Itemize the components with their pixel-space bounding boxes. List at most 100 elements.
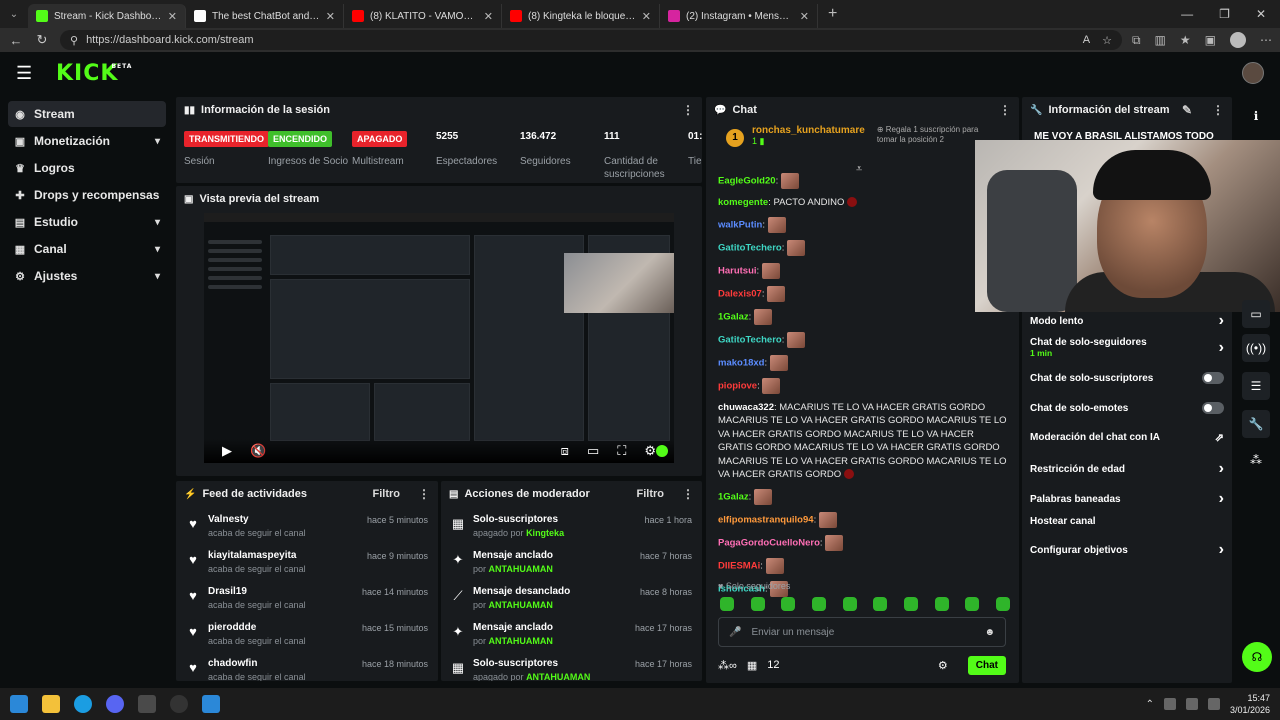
emote-3[interactable] [781,597,796,611]
favorites-icon[interactable]: ★ [1180,33,1191,47]
sidebar-item-logros[interactable]: ♛ Logros [8,155,166,181]
emote-7[interactable] [903,597,918,611]
activity-username[interactable]: Drasil19 [208,585,354,599]
tab-close-icon[interactable]: ✕ [800,10,809,23]
chat-username[interactable]: piopiove [718,380,757,391]
minimize-icon[interactable]: — [1181,7,1193,21]
browser-tab[interactable]: (8) KLATITO - VAMONOS PAL HAR ✕ [344,4,502,28]
emote-2[interactable] [750,597,765,611]
setting-moderaci-n-del-chat-con-ia[interactable]: Moderación del chat con IA ⇗ [1030,431,1224,444]
community-icon[interactable]: ⁂ [1242,446,1270,474]
emote-5[interactable] [842,597,857,611]
mod-action-user[interactable]: ANTAHUAMAN [489,636,553,646]
microphone-icon[interactable]: 🎤 [729,627,741,638]
setting-chat-de-solo-seguidores[interactable]: Chat de solo-seguidores 1 min › [1030,337,1224,358]
chat-username[interactable]: DIIESMAi [718,560,760,571]
tab-actions-chevron-icon[interactable]: ⌄ [0,0,28,28]
emote-8[interactable] [934,597,949,611]
mod-action-user[interactable]: ANTAHUAMAN [526,672,590,681]
info-icon[interactable]: ℹ [1242,102,1270,130]
emote-10[interactable] [995,597,1010,611]
setting-chat-de-solo-emotes[interactable]: Chat de solo-emotes [1030,402,1224,414]
tray-network-icon[interactable] [1185,698,1198,710]
chat-username[interactable]: 1Galaz [718,491,749,502]
tab-close-icon[interactable]: ✕ [168,10,177,23]
setting-chat-de-solo-suscriptores[interactable]: Chat de solo-suscriptores [1030,372,1224,384]
tray-volume-icon[interactable] [1207,698,1220,710]
setting-palabras-baneadas[interactable]: Palabras baneadas › [1030,490,1224,508]
browser-tab[interactable]: (2) Instagram • Mensajes ✕ [660,4,818,28]
profile-avatar-icon[interactable] [1230,32,1246,48]
tab-close-icon[interactable]: ✕ [642,10,651,23]
sidebar-item-estudio[interactable]: ▤ Estudio ▾ [8,209,166,235]
chat-username[interactable]: PagaGordoCuelloNero [718,537,820,548]
chat-username[interactable]: chuwaca322 [718,402,774,413]
browser-tab[interactable]: Stream - Kick Dashboard ✕ [28,4,186,28]
collections-icon[interactable]: ▣ [1205,33,1216,47]
sidebar-item-canal[interactable]: ▦ Canal ▾ [8,236,166,262]
tab-close-icon[interactable]: ✕ [484,10,493,23]
back-icon[interactable]: ← [8,33,24,48]
chat-tool-icon[interactable]: ▭ [1242,300,1270,328]
obs-icon[interactable] [170,695,188,713]
close-window-icon[interactable]: ✕ [1256,7,1266,21]
user-avatar[interactable] [1242,62,1264,84]
setting-modo-lento[interactable]: Modo lento › [1030,312,1224,330]
fullscreen-icon[interactable]: ⛶ [617,443,626,459]
mod-menu-icon[interactable]: ⋮ [682,487,694,501]
activity-username[interactable]: pieroddde [208,621,354,635]
session-menu-icon[interactable]: ⋮ [682,103,694,117]
emote-9[interactable] [965,597,980,611]
favorite-star-icon[interactable]: ☆ [1102,34,1112,47]
chat-username[interactable]: Harutsui [718,265,757,276]
clip-icon[interactable]: ⧈ [561,443,569,459]
emote-1[interactable] [720,597,734,611]
activity-username[interactable]: chadowfin [208,657,354,671]
sidebar-item-monetización[interactable]: ▣ Monetización ▾ [8,128,166,154]
chat-username[interactable]: EagleGold20 [718,176,776,187]
browser-tab[interactable]: (8) Kingteka le bloquea el Iphone ✕ [502,4,660,28]
activity-filter-button[interactable]: Filtro [373,488,401,500]
tray-app-icon[interactable] [1163,698,1176,710]
settings-gear-icon[interactable]: ⚙ [644,443,656,459]
sidebar-item-ajustes[interactable]: ⚙ Ajustes ▾ [8,263,166,289]
chat-users-icon[interactable]: ⁂∞ [718,659,737,672]
gift-box-icon[interactable]: ▦ [747,659,757,672]
activity-username[interactable]: kiayitalamaspeyita [208,549,359,563]
emote-6[interactable] [873,597,888,611]
chat-username[interactable]: 1Galaz [718,311,749,322]
tray-expand-icon[interactable]: ⌃ [1146,699,1154,710]
mod-action-user[interactable]: ANTAHUAMAN [489,564,553,574]
edge-browser-icon[interactable] [74,695,92,713]
discord-icon[interactable] [106,695,124,713]
mute-icon[interactable]: 🔇 [250,443,266,459]
setting-configurar-objetivos[interactable]: Configurar objetivos › [1030,541,1224,559]
play-icon[interactable]: ▶ [222,443,232,459]
chat-username[interactable]: GatitoTechero [718,334,782,345]
mod-filter-button[interactable]: Filtro [637,488,665,500]
restore-icon[interactable]: ❐ [1219,7,1230,21]
toggle-switch[interactable] [1202,402,1224,414]
broadcast-tool-icon[interactable]: ((•)) [1242,334,1270,362]
browser-tab[interactable]: The best ChatBot and Widgets for ✕ [186,4,344,28]
new-tab-button[interactable]: + [818,5,847,23]
split-screen-icon[interactable]: ▥ [1155,33,1166,47]
emote-4[interactable] [811,597,826,611]
support-headset-icon[interactable]: ☊ [1242,642,1272,672]
chat-menu-icon[interactable]: ⋮ [999,103,1011,117]
sidebar-item-stream[interactable]: ◉ Stream [8,101,166,127]
wrench-tool-icon[interactable]: 🔧 [1242,410,1270,438]
queue-tool-icon[interactable]: ☰ [1242,372,1270,400]
chat-settings-icon[interactable]: ⚙ [938,659,948,672]
sidebar-item-drops[interactable]: ✚ Drops y recompensas [8,182,166,208]
site-info-icon[interactable]: ⚲ [70,34,78,47]
setting-restricci-n-de-edad[interactable]: Restricción de edad › [1030,460,1224,478]
chat-username[interactable]: mako18xd [718,357,764,368]
mod-action-user[interactable]: Kingteka [526,528,564,538]
edit-pencil-icon[interactable]: ✎ [1182,103,1192,117]
more-options-icon[interactable]: ⋯ [1260,33,1272,47]
setting-hostear-canal[interactable]: Hostear canal [1030,516,1224,527]
send-chat-button[interactable]: Chat [967,655,1006,675]
system-clock[interactable]: 15:47 3/01/2026 [1230,692,1270,716]
notepad-icon[interactable] [202,695,220,713]
